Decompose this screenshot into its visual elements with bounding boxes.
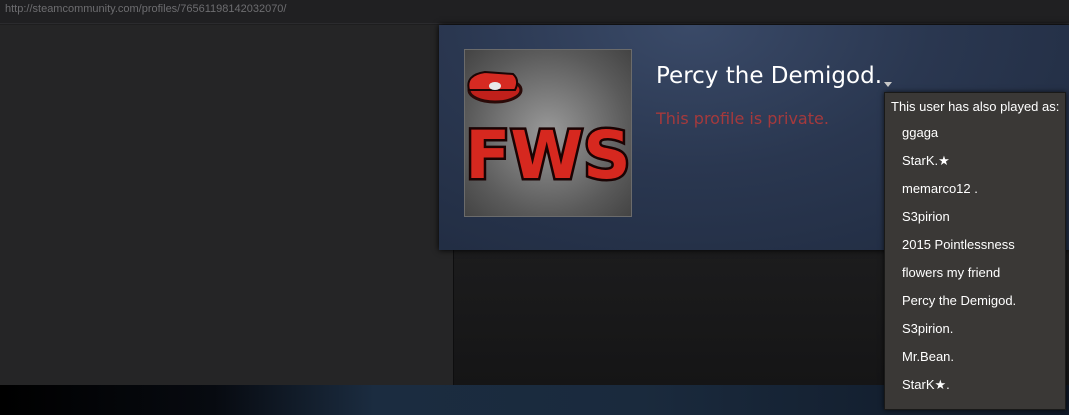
alias-item[interactable]: memarco12 . <box>885 175 1065 203</box>
alias-item[interactable]: S3pirion. <box>885 315 1065 343</box>
alias-item[interactable]: StarK★. <box>885 371 1065 399</box>
alias-popup-header: This user has also played as: <box>891 99 1060 114</box>
alias-item[interactable]: Percy the Demigod. <box>885 287 1065 315</box>
avatar-logo-image: FWS <box>465 50 631 216</box>
alias-item[interactable]: Mr.Bean. <box>885 343 1065 371</box>
alias-history-popup: This user has also played as: ggaga Star… <box>884 92 1066 410</box>
profile-private-status: This profile is private. <box>656 109 829 128</box>
url-bar[interactable]: http://steamcommunity.com/profiles/76561… <box>0 0 1069 24</box>
alias-item[interactable]: flowers my friend <box>885 259 1065 287</box>
alias-list: ggaga StarK.★ memarco12 . S3pirion 2015 … <box>885 119 1065 399</box>
left-panel <box>0 25 453 385</box>
persona-name: Percy the Demigod. <box>656 63 883 89</box>
alias-item[interactable]: StarK.★ <box>885 147 1065 175</box>
triangle-down-icon[interactable] <box>884 82 892 87</box>
alias-item[interactable]: 2015 Pointlessness <box>885 231 1065 259</box>
avatar-logo-text: FWS <box>465 117 630 194</box>
avatar[interactable]: FWS <box>464 49 632 217</box>
alias-item[interactable]: ggaga <box>885 119 1065 147</box>
alias-item[interactable]: S3pirion <box>885 203 1065 231</box>
